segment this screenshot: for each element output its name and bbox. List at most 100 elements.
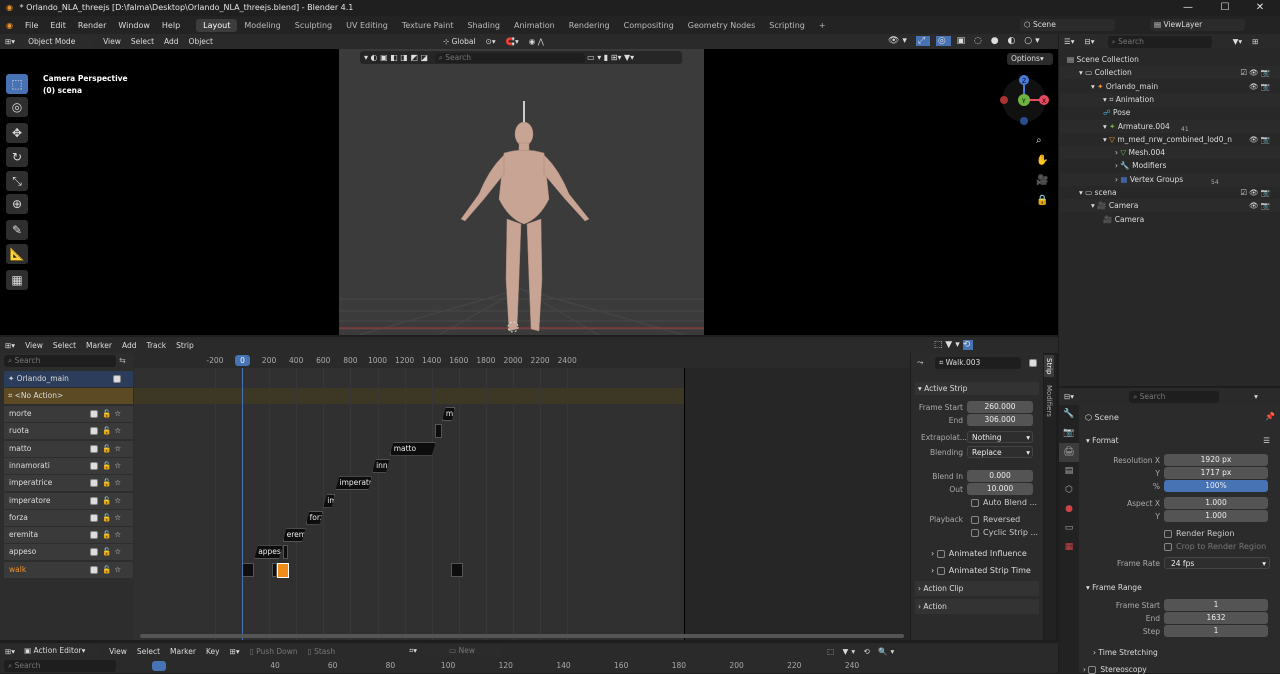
- tab-geometry-nodes[interactable]: Geometry Nodes: [681, 19, 762, 32]
- playhead-frame[interactable]: 0: [235, 355, 250, 366]
- track-controls[interactable]: 🔓☆: [90, 544, 124, 560]
- push-down-button[interactable]: ▯ Push Down: [245, 647, 303, 656]
- swap-icon[interactable]: ⇆: [119, 356, 126, 365]
- action-menu-view[interactable]: View: [104, 647, 132, 656]
- viewport-menu-select[interactable]: Select: [126, 37, 159, 46]
- scene-tab-icon[interactable]: ⬡: [1059, 481, 1079, 500]
- walk-strip[interactable]: [242, 562, 255, 577]
- strip-mute-checkbox[interactable]: [1029, 359, 1037, 367]
- tool-tab-icon[interactable]: 🔧: [1059, 405, 1079, 424]
- nla-filter-icon[interactable]: ▼▾: [945, 340, 962, 350]
- outliner-row[interactable]: ▾ ▭ scena ☑👁📷: [1059, 186, 1280, 199]
- frame-step-field[interactable]: 1: [1164, 625, 1268, 637]
- shading-wireframe-icon[interactable]: ◌: [974, 36, 985, 46]
- nla-strip[interactable]: innamor: [372, 459, 390, 473]
- solo-star-icon[interactable]: ☆: [114, 513, 124, 522]
- crop-region-toggle[interactable]: Crop to Render Region: [1164, 542, 1266, 551]
- action-mode-icon[interactable]: ⊞▾: [225, 647, 245, 656]
- track-controls[interactable]: 🔓☆: [90, 441, 124, 457]
- blender-menu-icon[interactable]: ◉: [0, 21, 19, 30]
- solo-star-icon[interactable]: ☆: [114, 547, 124, 556]
- menu-help[interactable]: Help: [156, 21, 186, 30]
- track-controls[interactable]: 🔓☆: [90, 527, 124, 543]
- add-workspace-button[interactable]: +: [812, 19, 833, 32]
- visibility-toggles[interactable]: 👁📷: [1249, 80, 1272, 93]
- menu-edit[interactable]: Edit: [44, 21, 72, 30]
- nla-strip[interactable]: matto: [390, 442, 436, 456]
- filter-icon[interactable]: ▼▾: [1228, 37, 1248, 46]
- annotate-tool-icon[interactable]: ✎: [6, 220, 28, 240]
- transform-tool-icon[interactable]: ⊕: [6, 194, 28, 214]
- outliner-row[interactable]: ▾ 🎥 Camera 👁📷: [1059, 199, 1280, 213]
- solo-star-icon[interactable]: ☆: [114, 409, 124, 418]
- selected-walk-strip[interactable]: [277, 562, 290, 578]
- new-action-button[interactable]: ▭ New: [422, 645, 503, 657]
- tab-layout[interactable]: Layout: [196, 18, 238, 32]
- nla-track-row[interactable]: morte 🔓☆: [4, 406, 133, 422]
- frame-range-section[interactable]: ▾ Frame Range: [1083, 581, 1273, 594]
- output-tab-icon[interactable]: 🖨: [1059, 443, 1079, 462]
- nla-track-row[interactable]: appeso 🔓☆: [4, 544, 133, 561]
- cursor-tool-icon[interactable]: ◎: [6, 97, 28, 117]
- visibility-toggles[interactable]: 👁📷: [1249, 133, 1272, 146]
- lock-icon[interactable]: 🔓: [102, 496, 114, 505]
- strip-action-name[interactable]: ⌗ Walk.003: [935, 357, 1021, 369]
- select-box-tool-icon[interactable]: ⬚: [6, 74, 28, 94]
- tab-scripting[interactable]: Scripting: [762, 19, 812, 32]
- shading-material-icon[interactable]: ◐: [1008, 36, 1019, 46]
- lock-icon[interactable]: 🔓: [102, 530, 114, 539]
- view-options-icon[interactable]: ▾ ◐ ▣ ◧ ◨ ◩ ◪: [364, 53, 428, 62]
- pan-hand-icon[interactable]: ✋: [1036, 151, 1048, 171]
- action-editor-filter-icons[interactable]: ⬚ ▼▾ ⟲ 🔍▾: [822, 647, 902, 656]
- outliner-row[interactable]: ▾ ✦ Armature.004 41: [1059, 119, 1280, 133]
- aspect-y-field[interactable]: 1.000: [1164, 510, 1268, 522]
- track-enable-checkbox[interactable]: [90, 531, 98, 540]
- nla-strip[interactable]: morte: [442, 407, 456, 421]
- action-menu-key[interactable]: Key: [201, 647, 225, 656]
- animated-strip-time-row[interactable]: › Animated Strip Time: [931, 566, 1031, 575]
- stash-button[interactable]: ▯ Stash: [303, 647, 340, 656]
- overlays-icon[interactable]: ◎: [935, 36, 951, 46]
- transform-orientation-dropdown[interactable]: ⊹ Global: [438, 37, 481, 46]
- lock-icon[interactable]: 🔓: [102, 513, 114, 522]
- outliner-row[interactable]: ▾ ▭ Collection ☑👁📷: [1059, 66, 1280, 80]
- viewport-search[interactable]: ⌕ Search: [434, 53, 585, 63]
- action-clip-section[interactable]: › Action Clip: [915, 581, 1039, 596]
- track-enable-checkbox[interactable]: [90, 565, 98, 574]
- action-section[interactable]: › Action: [915, 599, 1039, 614]
- nla-scrollbar[interactable]: [140, 634, 904, 638]
- track-enable-checkbox[interactable]: [90, 496, 98, 505]
- cyclic-toggle[interactable]: Cyclic Strip ...: [971, 528, 1038, 537]
- solo-star-icon[interactable]: ☆: [114, 496, 124, 505]
- nla-select-icon[interactable]: ⬚: [934, 340, 946, 350]
- tab-compositing[interactable]: Compositing: [617, 19, 681, 32]
- blending-dropdown[interactable]: Replace ▾: [967, 446, 1033, 458]
- maximize-icon[interactable]: ☐: [1205, 0, 1245, 16]
- nla-menu-track[interactable]: Track: [141, 341, 171, 350]
- track-controls[interactable]: 🔓☆: [90, 458, 124, 474]
- tab-animation[interactable]: Animation: [507, 19, 562, 32]
- properties-options-icon[interactable]: ▾: [1249, 392, 1263, 401]
- camera-view-icon[interactable]: 🎥: [1036, 171, 1048, 191]
- blend-in-field[interactable]: 0.000: [967, 470, 1033, 482]
- tab-uv-editing[interactable]: UV Editing: [339, 19, 395, 32]
- action-editor-mode-dropdown[interactable]: ▣ Action Editor▾: [20, 645, 101, 657]
- auto-blend-toggle[interactable]: Auto Blend ...: [971, 498, 1037, 507]
- resolution-y-field[interactable]: 1717 px: [1164, 467, 1268, 479]
- nla-strip[interactable]: imperatrice: [335, 476, 372, 490]
- animated-influence-row[interactable]: › Animated Influence: [931, 549, 1027, 558]
- lock-icon[interactable]: 🔓: [102, 565, 114, 574]
- resolution-x-field[interactable]: 1920 px: [1164, 454, 1268, 466]
- nla-menu-strip[interactable]: Strip: [171, 341, 199, 350]
- menu-window[interactable]: Window: [112, 21, 156, 30]
- nla-menu-marker[interactable]: Marker: [81, 341, 117, 350]
- outliner-row[interactable]: 🎥 Camera: [1059, 213, 1280, 226]
- action-menu-marker[interactable]: Marker: [165, 647, 201, 656]
- outliner-editor-icon[interactable]: ☰▾: [1059, 37, 1080, 46]
- pivot-icon[interactable]: ⊙▾: [481, 37, 501, 46]
- view-layer-tab-icon[interactable]: ▤: [1059, 462, 1079, 481]
- solo-star-icon[interactable]: ☆: [114, 565, 124, 574]
- nla-sync-icon[interactable]: ⟲: [962, 340, 974, 350]
- track-controls[interactable]: 🔓☆: [90, 493, 124, 509]
- nla-strip[interactable]: eremita: [283, 528, 306, 542]
